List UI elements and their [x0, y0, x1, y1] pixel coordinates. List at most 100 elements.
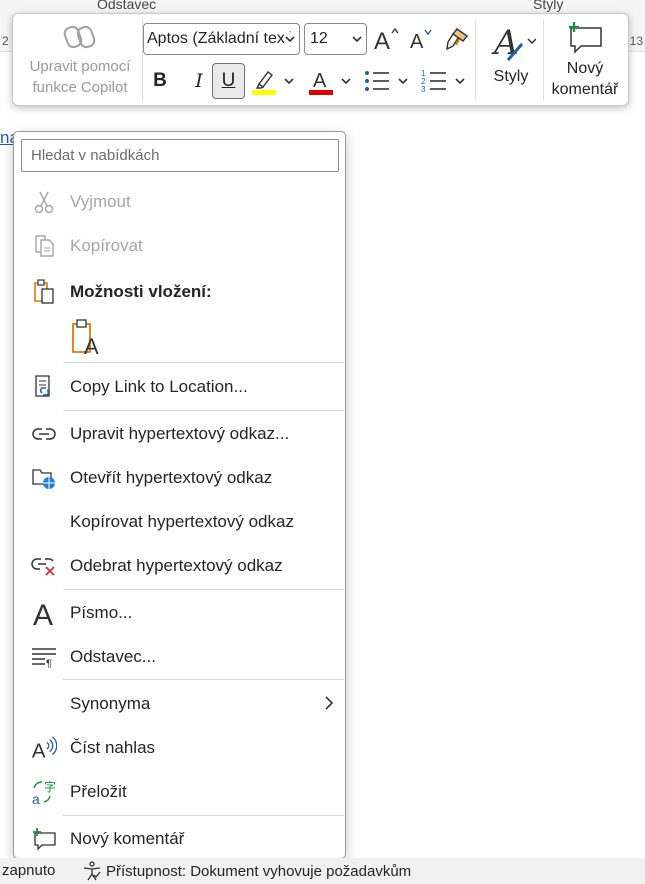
- menu-separator: [63, 679, 344, 680]
- open-link-icon: [31, 465, 57, 491]
- paste-keep-text-only-button[interactable]: A: [70, 318, 106, 359]
- ruler-mark-left: 2: [2, 34, 9, 48]
- menu-item-paragraph[interactable]: ¶ Odstavec...: [15, 637, 345, 677]
- menu-item-label: Odebrat hypertextový odkaz: [70, 556, 283, 575]
- menu-item-copy[interactable]: Kopírovat: [15, 226, 345, 266]
- chevron-down-icon: [455, 78, 465, 85]
- copilot-edit-button[interactable]: Upravit pomocí funkce Copilot: [17, 18, 143, 102]
- ruler-mark-right: 13: [629, 34, 643, 48]
- menu-item-edit-hyperlink[interactable]: Upravit hypertextový odkaz...: [15, 414, 345, 454]
- menu-item-label: Možnosti vložení:: [70, 282, 212, 301]
- bullets-button[interactable]: [362, 64, 392, 98]
- bold-button[interactable]: B: [146, 64, 174, 98]
- underline-button[interactable]: U: [212, 63, 245, 99]
- svg-text:A: A: [491, 23, 519, 63]
- numbering-dropdown[interactable]: [452, 72, 468, 90]
- grow-font-icon: A: [374, 27, 399, 54]
- menu-item-label: Copy Link to Location...: [70, 377, 248, 396]
- svg-text:A: A: [410, 31, 424, 53]
- menu-item-label: Vyjmout: [70, 192, 131, 211]
- svg-text:字: 字: [44, 779, 56, 794]
- copy-link-icon: [31, 374, 57, 400]
- svg-text:A: A: [374, 28, 390, 54]
- styles-button[interactable]: A Styly: [478, 18, 544, 102]
- font-color-dropdown[interactable]: [338, 72, 354, 90]
- accessibility-status[interactable]: Přístupnost: Dokument vyhovuje požadavků…: [82, 861, 411, 881]
- mini-toolbar: Upravit pomocí funkce Copilot Aptos (Zák…: [12, 13, 629, 106]
- menu-item-font[interactable]: A Písmo...: [15, 593, 345, 633]
- highlighter-icon: [252, 71, 276, 95]
- scissors-icon: [31, 189, 57, 215]
- read-aloud-icon: A: [31, 735, 57, 761]
- link-icon: [31, 421, 57, 447]
- menu-item-label: Upravit hypertextový odkaz...: [70, 424, 290, 443]
- ribbon-group-paragraph: Odstavec: [97, 0, 157, 12]
- remove-link-icon: [31, 553, 57, 579]
- new-comment-icon: [569, 22, 602, 54]
- menu-search-input[interactable]: Hledat v nabídkách: [21, 139, 339, 172]
- menu-item-translate[interactable]: a字 Přeložit: [15, 772, 345, 812]
- menu-item-paste-options: Možnosti vložení:: [15, 272, 345, 312]
- new-comment-toolbar-button[interactable]: Nový komentář: [545, 18, 625, 102]
- styles-icon: A: [491, 23, 536, 63]
- paste-icon: [31, 279, 57, 305]
- status-bar: zapnuto Přístupnost: Dokument vyhovuje p…: [0, 858, 645, 884]
- menu-item-label: Synonyma: [70, 694, 151, 713]
- paste-text-only-icon: A: [72, 319, 99, 359]
- font-size-select[interactable]: 12: [304, 23, 367, 55]
- format-painter-button[interactable]: [441, 22, 473, 56]
- bullets-dropdown[interactable]: [395, 72, 411, 90]
- menu-item-copy-hyperlink[interactable]: Kopírovat hypertextový odkaz: [15, 502, 345, 542]
- menu-item-label: Písmo...: [70, 603, 133, 622]
- chevron-right-icon: [325, 696, 334, 710]
- format-painter-icon: [446, 28, 469, 51]
- menu-item-copy-link-location[interactable]: Copy Link to Location...: [15, 367, 345, 407]
- font-name-select[interactable]: Aptos (Základní text): [143, 23, 300, 55]
- chevron-down-icon: [398, 78, 408, 85]
- font-name-value: Aptos (Základní text): [147, 30, 295, 47]
- accessibility-icon: [83, 861, 101, 881]
- highlight-dropdown[interactable]: [281, 72, 297, 90]
- copilot-label: Upravit pomocí funkce Copilot: [29, 58, 131, 96]
- styles-label: Styly: [493, 68, 529, 85]
- svg-text:3: 3: [421, 85, 426, 94]
- new-comment-icon: [31, 826, 57, 852]
- font-color-button[interactable]: A: [306, 64, 336, 98]
- menu-item-cut[interactable]: Vyjmout: [15, 182, 345, 222]
- context-menu: Hledat v nabídkách Vyjmout Kopírovat Mož…: [13, 131, 346, 859]
- copilot-icon: [63, 25, 96, 49]
- menu-item-label: Číst nahlas: [70, 738, 156, 757]
- chevron-down-icon: [284, 78, 294, 85]
- svg-text:A: A: [84, 334, 99, 356]
- menu-item-synonyms[interactable]: Synonyma: [15, 684, 345, 724]
- italic-button[interactable]: I: [185, 64, 213, 98]
- menu-item-label: Otevřít hypertextový odkaz: [70, 468, 273, 487]
- chevron-down-icon: [284, 32, 296, 46]
- ribbon-group-styles: Styly: [533, 0, 564, 12]
- shrink-font-button[interactable]: A: [407, 22, 437, 56]
- menu-search-placeholder: Hledat v nabídkách: [31, 147, 160, 164]
- numbering-button[interactable]: 1 2 3: [419, 64, 449, 98]
- menu-item-remove-hyperlink[interactable]: Odebrat hypertextový odkaz: [15, 546, 345, 586]
- menu-separator: [63, 410, 344, 411]
- menu-item-new-comment[interactable]: Nový komentář: [15, 819, 345, 859]
- menu-item-label: Kopírovat hypertextový odkaz: [70, 512, 294, 531]
- grow-font-button[interactable]: A: [372, 22, 402, 56]
- svg-text:¶: ¶: [46, 658, 52, 668]
- new-comment-label: Nový komentář: [551, 60, 619, 98]
- svg-text:a: a: [32, 791, 40, 805]
- menu-item-open-hyperlink[interactable]: Otevřít hypertextový odkaz: [15, 458, 345, 498]
- translate-icon: a字: [31, 779, 57, 805]
- menu-item-label: Přeložit: [70, 782, 127, 801]
- font-size-value: 12: [310, 30, 328, 47]
- highlight-button[interactable]: [249, 64, 279, 98]
- toolbar-separator: [543, 20, 544, 100]
- chevron-down-icon: [352, 36, 362, 43]
- status-left-text: zapnuto: [2, 862, 56, 879]
- menu-item-read-aloud[interactable]: A Číst nahlas: [15, 728, 345, 768]
- copy-icon: [31, 233, 57, 259]
- font-color-icon: A: [309, 70, 333, 95]
- menu-separator: [63, 362, 344, 363]
- menu-separator: [63, 815, 344, 816]
- paragraph-icon: ¶: [31, 644, 57, 670]
